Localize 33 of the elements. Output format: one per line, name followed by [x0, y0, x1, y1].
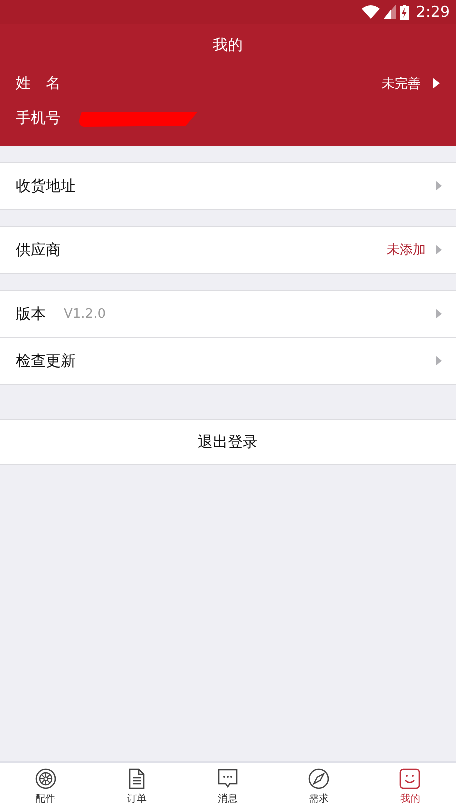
logout-button[interactable]: 退出登录 — [0, 419, 456, 465]
item-label: 检查更新 — [16, 352, 76, 370]
tab-item[interactable]: 配件 — [0, 763, 92, 811]
clock-time: 2:29 — [416, 3, 450, 21]
chevron-icon — [436, 309, 442, 319]
battery-icon — [400, 4, 410, 20]
arrow-icon[interactable] — [433, 78, 440, 89]
item-label: 收货地址 — [16, 176, 76, 196]
chevron-icon — [436, 181, 442, 191]
item-detail: V1.2.0 — [64, 306, 106, 322]
list-item[interactable]: 供应商 未添加 — [0, 227, 456, 273]
signal-icon — [384, 5, 396, 19]
list-item[interactable]: 检查更新 — [0, 337, 456, 384]
chevron-icon — [436, 245, 442, 255]
tab-item[interactable]: 消息 — [182, 763, 274, 811]
field-label: 姓 名 — [16, 74, 62, 93]
page-title: 我的 — [213, 36, 243, 54]
tab-item[interactable]: 需求 — [274, 763, 365, 811]
compass-icon — [308, 768, 330, 790]
chat-icon — [217, 768, 239, 790]
item-value: 未添加 — [387, 242, 426, 259]
tab-item[interactable]: 我的 — [364, 763, 456, 811]
wifi-icon — [362, 5, 380, 19]
wheel-icon — [34, 768, 57, 790]
chevron-icon — [436, 356, 442, 366]
field-value: 未完善 — [382, 76, 421, 92]
field-label: 手机号 — [16, 109, 62, 128]
tab-item[interactable]: 订单 — [91, 763, 182, 811]
list-item[interactable]: 版本 V1.2.0 — [0, 291, 456, 337]
item-label: 版本 — [16, 304, 46, 324]
list-item[interactable]: 收货地址 — [0, 163, 456, 209]
item-label: 供应商 — [16, 240, 61, 260]
smile-icon — [399, 768, 422, 790]
